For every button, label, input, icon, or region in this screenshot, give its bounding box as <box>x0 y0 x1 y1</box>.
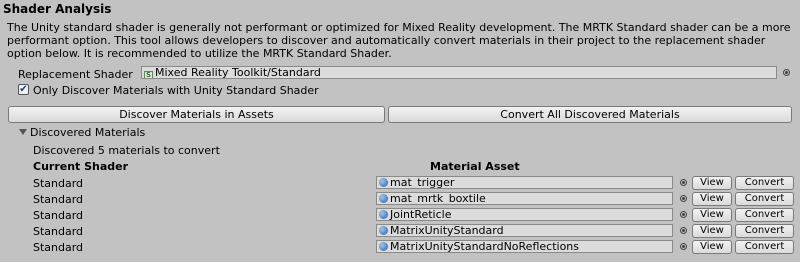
only-discover-checkbox[interactable]: ✔ <box>18 84 29 95</box>
convert-button[interactable]: Convert <box>735 240 794 254</box>
material-asset-field[interactable]: JointReticle <box>376 208 673 221</box>
material-asset-name: JointReticle <box>390 208 452 221</box>
material-icon <box>379 210 388 219</box>
discovered-materials-foldout[interactable]: Discovered Materials <box>30 126 145 139</box>
foldout-arrow-icon[interactable] <box>19 129 27 135</box>
material-icon <box>379 242 388 251</box>
material-asset-field[interactable]: MatrixUnityStandardNoReflections <box>376 240 673 253</box>
material-asset-name: MatrixUnityStandard <box>390 224 504 237</box>
object-picker-icon[interactable] <box>680 227 687 234</box>
discover-materials-button[interactable]: Discover Materials in Assets <box>8 106 385 123</box>
convert-button[interactable]: Convert <box>735 192 794 206</box>
shader-analysis-panel: Shader Analysis The Unity standard shade… <box>0 0 800 262</box>
row-shader-name: Standard <box>33 225 84 238</box>
material-icon <box>379 226 388 235</box>
object-picker-icon[interactable] <box>680 211 687 218</box>
row-shader-name: Standard <box>33 177 84 190</box>
view-button[interactable]: View <box>692 224 732 238</box>
view-button[interactable]: View <box>692 208 732 222</box>
convert-button[interactable]: Convert <box>735 224 794 238</box>
material-asset-field[interactable]: mat_trigger <box>376 176 673 189</box>
row-shader-name: Standard <box>33 209 84 222</box>
object-picker-icon[interactable] <box>680 243 687 250</box>
column-header-material-asset: Material Asset <box>430 160 520 173</box>
object-picker-icon[interactable] <box>783 69 790 76</box>
object-picker-icon[interactable] <box>680 179 687 186</box>
row-shader-name: Standard <box>33 241 84 254</box>
material-asset-field[interactable]: mat_mrtk_boxtile <box>376 192 673 205</box>
object-picker-icon[interactable] <box>680 195 687 202</box>
only-discover-label: Only Discover Materials with Unity Stand… <box>33 84 319 97</box>
shader-icon: S <box>144 71 153 79</box>
convert-button[interactable]: Convert <box>735 176 794 190</box>
convert-all-button[interactable]: Convert All Discovered Materials <box>388 106 792 123</box>
view-button[interactable]: View <box>692 240 732 254</box>
discovered-count-text: Discovered 5 materials to convert <box>33 144 220 157</box>
material-asset-name: mat_mrtk_boxtile <box>390 192 486 205</box>
replacement-shader-value: Mixed Reality Toolkit/Standard <box>155 66 321 79</box>
row-shader-name: Standard <box>33 193 84 206</box>
description-text: The Unity standard shader is generally n… <box>7 21 791 60</box>
view-button[interactable]: View <box>692 176 732 190</box>
material-asset-field[interactable]: MatrixUnityStandard <box>376 224 673 237</box>
material-icon <box>379 178 388 187</box>
material-asset-name: mat_trigger <box>390 176 455 189</box>
replacement-shader-label: Replacement Shader <box>18 68 133 81</box>
view-button[interactable]: View <box>692 192 732 206</box>
convert-button[interactable]: Convert <box>735 208 794 222</box>
replacement-shader-field[interactable]: S Mixed Reality Toolkit/Standard <box>141 66 777 79</box>
section-title: Shader Analysis <box>3 2 112 16</box>
material-asset-name: MatrixUnityStandardNoReflections <box>390 240 579 253</box>
column-header-current-shader: Current Shader <box>33 160 129 173</box>
material-icon <box>379 194 388 203</box>
